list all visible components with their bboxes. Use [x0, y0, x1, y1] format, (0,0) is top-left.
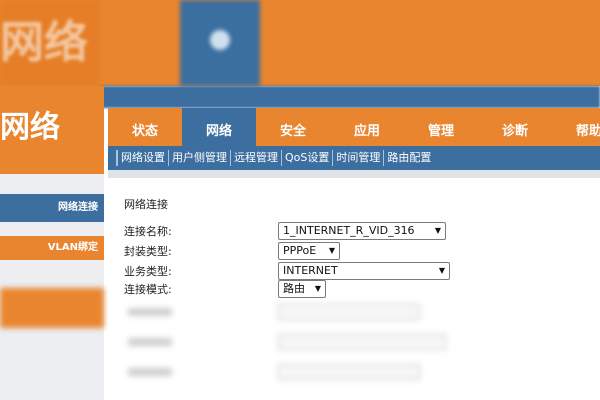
sidebar-item-vlan-binding[interactable]: VLAN绑定	[0, 236, 104, 260]
tab-security[interactable]: 安全	[256, 108, 330, 146]
subnav-routing-config[interactable]: 路由配置	[384, 150, 434, 166]
connection-name-label: 连接名称:	[124, 225, 172, 238]
blurred-field	[278, 334, 446, 350]
blurred-label	[128, 338, 172, 346]
tab-network[interactable]: 网络	[182, 108, 256, 146]
sidebar-item-network-connection[interactable]: 网络连接	[0, 194, 104, 222]
tab-management[interactable]: 管理	[404, 108, 478, 146]
main-tab-bar: 状态 网络 安全 应用 管理 诊断 帮助	[108, 108, 600, 146]
dropdown-caret-icon: ▼	[434, 226, 441, 235]
encapsulation-type-label: 封装类型:	[124, 245, 172, 258]
blurred-field	[278, 304, 420, 320]
service-type-select[interactable]: INTERNET ▼	[278, 262, 450, 280]
service-type-label: 业务类型:	[124, 265, 172, 278]
sidebar-item-label: VLAN绑定	[47, 242, 98, 253]
divider-strip	[108, 170, 600, 178]
tab-help[interactable]: 帮助	[552, 108, 600, 146]
tab-applications[interactable]: 应用	[330, 108, 404, 146]
encapsulation-type-select[interactable]: PPPoE ▼	[278, 242, 340, 260]
service-type-value: INTERNET	[283, 264, 338, 277]
background-brand-text: 网络	[0, 0, 100, 86]
blurred-label	[128, 368, 172, 376]
dropdown-caret-icon: ▼	[438, 266, 445, 275]
sidebar-item-blurred	[0, 288, 104, 328]
sub-navigation: 网络设置 用户侧管理 远程管理 QoS设置 时间管理 路由配置	[108, 146, 600, 170]
blurred-field	[278, 364, 420, 380]
tab-diagnostics[interactable]: 诊断	[478, 108, 552, 146]
subnav-user-side-management[interactable]: 用户侧管理	[169, 150, 231, 166]
background-active-tab	[180, 0, 260, 86]
background-subnav-bar	[100, 86, 600, 108]
subnav-remote-management[interactable]: 远程管理	[231, 150, 282, 166]
form-row-service-type: 业务类型: INTERNET ▼	[124, 262, 584, 280]
encapsulation-type-value: PPPoE	[283, 244, 317, 257]
connection-name-value: 1_INTERNET_R_VID_316	[283, 224, 415, 237]
connection-name-select[interactable]: 1_INTERNET_R_VID_316 ▼	[278, 222, 446, 240]
router-settings-panel: 状态 网络 安全 应用 管理 诊断 帮助 网络设置 用户侧管理 远程管理 QoS…	[108, 108, 600, 400]
blurred-form-rows	[108, 294, 600, 400]
section-title: 网络连接	[124, 198, 168, 211]
dropdown-caret-icon: ▼	[328, 246, 335, 255]
subnav-network-settings[interactable]: 网络设置	[116, 150, 169, 166]
subnav-qos-settings[interactable]: QoS设置	[282, 150, 334, 166]
subnav-time-management[interactable]: 时间管理	[333, 150, 385, 166]
form-row-connection-name: 连接名称: 1_INTERNET_R_VID_316 ▼	[124, 222, 584, 240]
sidebar-section-label: 网络	[0, 110, 60, 145]
blurred-label	[128, 308, 172, 316]
tab-status[interactable]: 状态	[108, 108, 182, 146]
form-row-encapsulation-type: 封装类型: PPPoE ▼	[124, 242, 584, 260]
sidebar-item-label: 网络连接	[58, 202, 98, 213]
